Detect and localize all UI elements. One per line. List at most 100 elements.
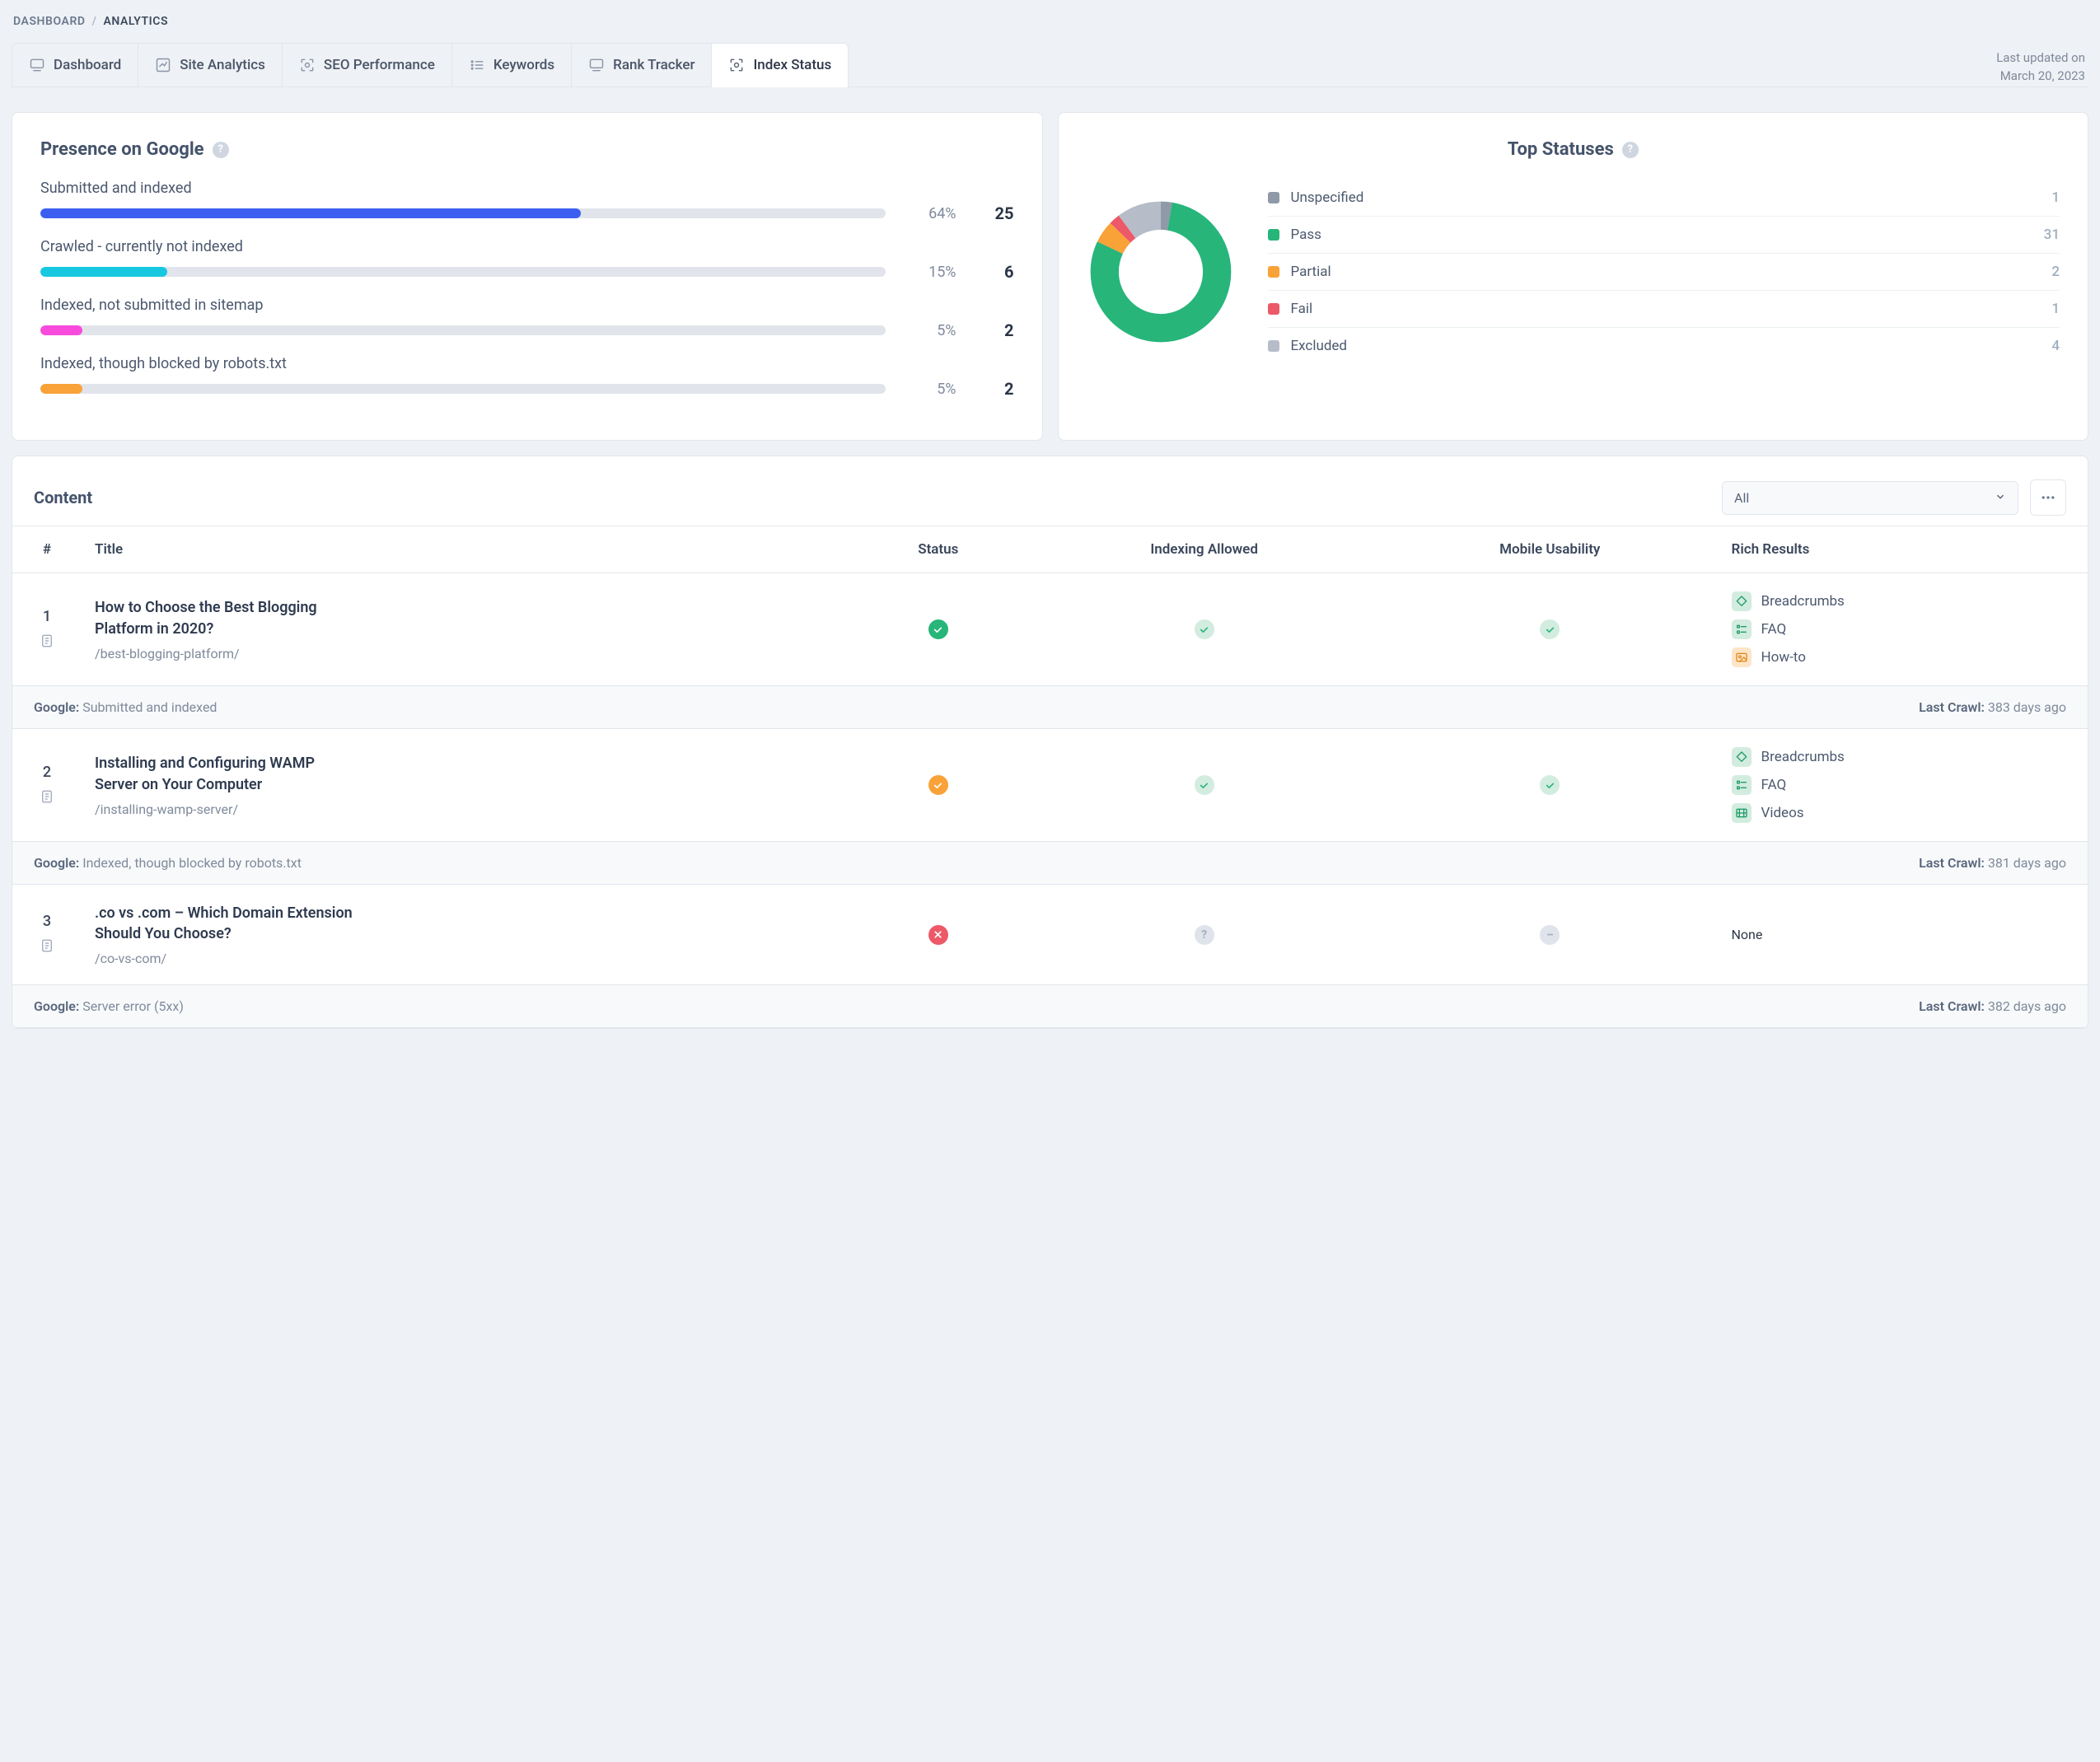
rich-result-label: FAQ: [1761, 777, 1787, 793]
table-row[interactable]: 1 How to Choose the Best Blogging Platfo…: [12, 573, 2088, 686]
more-actions-button[interactable]: [2030, 479, 2066, 516]
col-rich: Rich Results: [1719, 526, 2088, 573]
legend-swatch: [1268, 303, 1279, 315]
presence-row-value: 2: [981, 320, 1014, 340]
tab-label: Site Analytics: [180, 57, 265, 73]
question-icon: ?: [1195, 925, 1214, 945]
presence-row-pct: 5%: [910, 322, 956, 339]
rich-result-label: Videos: [1761, 805, 1804, 821]
scan-icon: [299, 57, 316, 73]
chevron-down-icon: [1995, 490, 2006, 506]
rich-result-item: How-to: [1732, 647, 2074, 667]
last-crawl-label: Last Crawl:: [1919, 998, 1985, 1014]
presence-row-label: Submitted and indexed: [40, 180, 1014, 197]
presence-row-label: Indexed, though blocked by robots.txt: [40, 355, 1014, 372]
scan-icon: [728, 57, 745, 73]
row-index: 3: [26, 913, 68, 930]
google-status: Indexed, though blocked by robots.txt: [82, 855, 302, 871]
row-title[interactable]: Installing and Configuring WAMP Server o…: [95, 753, 358, 794]
col-mobile: Mobile Usability: [1382, 526, 1719, 573]
diamond-icon: [1732, 591, 1752, 611]
row-slug: /installing-wamp-server/: [95, 802, 836, 817]
table-subrow: Google: Submitted and indexed Last Crawl…: [12, 686, 2088, 729]
tab-label: Rank Tracker: [613, 57, 695, 73]
legend-swatch: [1268, 229, 1279, 241]
presence-row-label: Indexed, not submitted in sitemap: [40, 297, 1014, 314]
rich-result-item: Breadcrumbs: [1732, 591, 2074, 611]
tab-rank-tracker[interactable]: Rank Tracker: [571, 43, 712, 86]
last-updated: Last updated on March 20, 2023: [1996, 43, 2088, 86]
tab-dashboard[interactable]: Dashboard: [12, 43, 138, 86]
rich-result-item: FAQ: [1732, 619, 2074, 639]
table-subrow: Google: Indexed, though blocked by robot…: [12, 842, 2088, 885]
content-table: # Title Status Indexing Allowed Mobile U…: [12, 526, 2088, 1028]
legend-value: 2: [2051, 264, 2060, 280]
tab-seo-performance[interactable]: SEO Performance: [282, 43, 452, 86]
legend-swatch: [1268, 192, 1279, 203]
presence-row: Crawled - currently not indexed 15% 6: [40, 238, 1014, 282]
rich-result-item: Videos: [1732, 803, 2074, 823]
presence-row-pct: 5%: [910, 381, 956, 398]
document-icon: [26, 938, 68, 956]
presence-row-label: Crawled - currently not indexed: [40, 238, 1014, 255]
legend-label: Fail: [1291, 301, 2041, 317]
presence-card: Presence on Google ? Submitted and index…: [12, 112, 1043, 441]
legend-row: Pass 31: [1268, 217, 2060, 254]
google-label: Google:: [34, 855, 79, 871]
legend-label: Excluded: [1291, 338, 2041, 354]
breadcrumb-root[interactable]: DASHBOARD: [13, 15, 86, 28]
presence-title: Presence on Google: [40, 139, 204, 160]
presence-row-pct: 15%: [910, 264, 956, 281]
col-status: Status: [849, 526, 1027, 573]
rich-none: None: [1732, 927, 1763, 942]
help-icon[interactable]: ?: [213, 142, 229, 158]
legend-swatch: [1268, 266, 1279, 278]
list-icon: [1732, 619, 1752, 639]
check-icon: [1540, 775, 1560, 795]
list-icon: [469, 57, 485, 73]
last-crawl-label: Last Crawl:: [1919, 699, 1985, 715]
table-row[interactable]: 2 Installing and Configuring WAMP Server…: [12, 729, 2088, 842]
google-label: Google:: [34, 998, 79, 1014]
row-title[interactable]: How to Choose the Best Blogging Platform…: [95, 597, 358, 638]
tab-label: Dashboard: [54, 57, 121, 73]
diamond-icon: [1732, 747, 1752, 767]
tab-label: Keywords: [493, 57, 554, 73]
content-panel: Content All # Title Status: [12, 456, 2088, 1029]
rich-result-label: How-to: [1761, 649, 1806, 666]
tab-index-status[interactable]: Index Status: [711, 43, 849, 86]
list-icon: [1732, 775, 1752, 795]
progress-bar: [40, 267, 886, 277]
check-icon: [1540, 619, 1560, 639]
presence-row: Submitted and indexed 64% 25: [40, 180, 1014, 223]
content-filter-select[interactable]: All: [1722, 481, 2018, 515]
legend-label: Pass: [1291, 227, 2032, 243]
legend-value: 1: [2051, 189, 2060, 206]
donut-chart: [1087, 198, 1235, 346]
google-status: Submitted and indexed: [82, 699, 217, 715]
legend-value: 4: [2051, 338, 2060, 354]
video-icon: [1732, 803, 1752, 823]
legend-row: Fail 1: [1268, 291, 2060, 328]
help-icon[interactable]: ?: [1622, 142, 1639, 158]
tab-keywords[interactable]: Keywords: [451, 43, 572, 86]
col-indexing: Indexing Allowed: [1027, 526, 1382, 573]
breadcrumb: DASHBOARD / ANALYTICS: [12, 0, 2088, 43]
close-icon: [928, 925, 948, 945]
row-title[interactable]: .co vs .com – Which Domain Extension Sho…: [95, 903, 358, 944]
google-status: Server error (5xx): [82, 998, 184, 1014]
status-legend: Unspecified 1 Pass 31 Partial 2 Fail 1 E…: [1268, 180, 2060, 364]
row-index: 1: [26, 608, 68, 625]
progress-bar: [40, 384, 886, 394]
rich-result-item: Breadcrumbs: [1732, 747, 2074, 767]
content-title: Content: [34, 488, 92, 507]
dots-horizontal-icon: [2040, 489, 2056, 506]
tab-site-analytics[interactable]: Site Analytics: [138, 43, 283, 86]
progress-bar: [40, 208, 886, 218]
legend-row: Unspecified 1: [1268, 180, 2060, 217]
google-label: Google:: [34, 699, 79, 715]
content-filter-value: All: [1734, 490, 1749, 506]
document-icon: [26, 633, 68, 652]
table-row[interactable]: 3 .co vs .com – Which Domain Extension S…: [12, 885, 2088, 985]
row-slug: /best-blogging-platform/: [95, 646, 836, 661]
